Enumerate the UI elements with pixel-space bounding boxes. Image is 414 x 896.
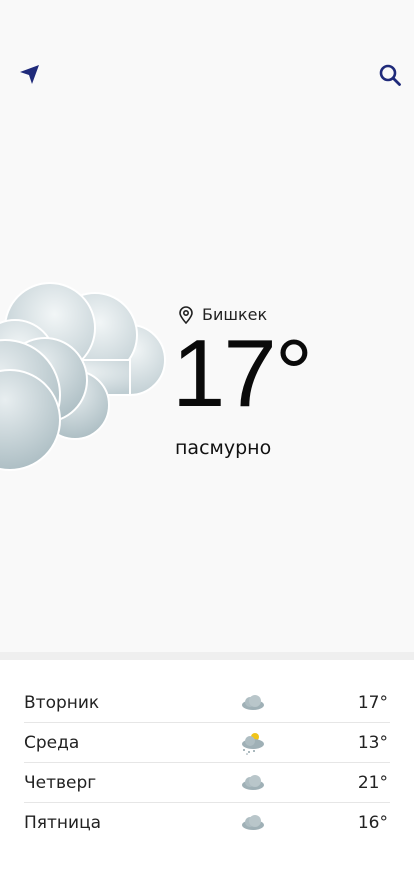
overcast-cloud-icon bbox=[0, 282, 166, 471]
forecast-row-thursday: Четверг 21° bbox=[24, 763, 390, 803]
search-button[interactable] bbox=[375, 60, 405, 90]
forecast-row-tuesday: Вторник 17° bbox=[24, 683, 390, 723]
forecast-temp: 21° bbox=[357, 772, 388, 793]
cloud-icon bbox=[242, 815, 264, 830]
forecast-temp: 16° bbox=[357, 813, 388, 833]
current-weather-panel: Бишкек 17° пасмурно bbox=[0, 0, 414, 652]
search-icon bbox=[379, 64, 401, 86]
location-arrow-icon bbox=[20, 65, 39, 84]
forecast-day: Вторник bbox=[24, 692, 100, 713]
section-divider bbox=[0, 652, 414, 660]
forecast-temp: 17° bbox=[357, 692, 388, 713]
cloud-icon bbox=[242, 695, 264, 710]
forecast-day: Пятница bbox=[24, 813, 102, 833]
cloud-icon bbox=[242, 775, 264, 790]
forecast-list: Вторник 17° Среда 13° Четверг 21° Пятниц… bbox=[24, 683, 390, 843]
forecast-row-wednesday: Среда 13° bbox=[24, 723, 390, 763]
current-temperature: 17° bbox=[172, 320, 313, 427]
condition-text: пасмурно bbox=[175, 437, 272, 459]
forecast-day: Среда bbox=[24, 732, 80, 753]
cloud-sun-rain-icon bbox=[242, 733, 264, 755]
forecast-temp: 13° bbox=[357, 732, 388, 753]
locate-button[interactable] bbox=[14, 60, 44, 90]
forecast-day: Четверг bbox=[24, 772, 97, 793]
forecast-row-friday: Пятница 16° bbox=[24, 803, 390, 843]
